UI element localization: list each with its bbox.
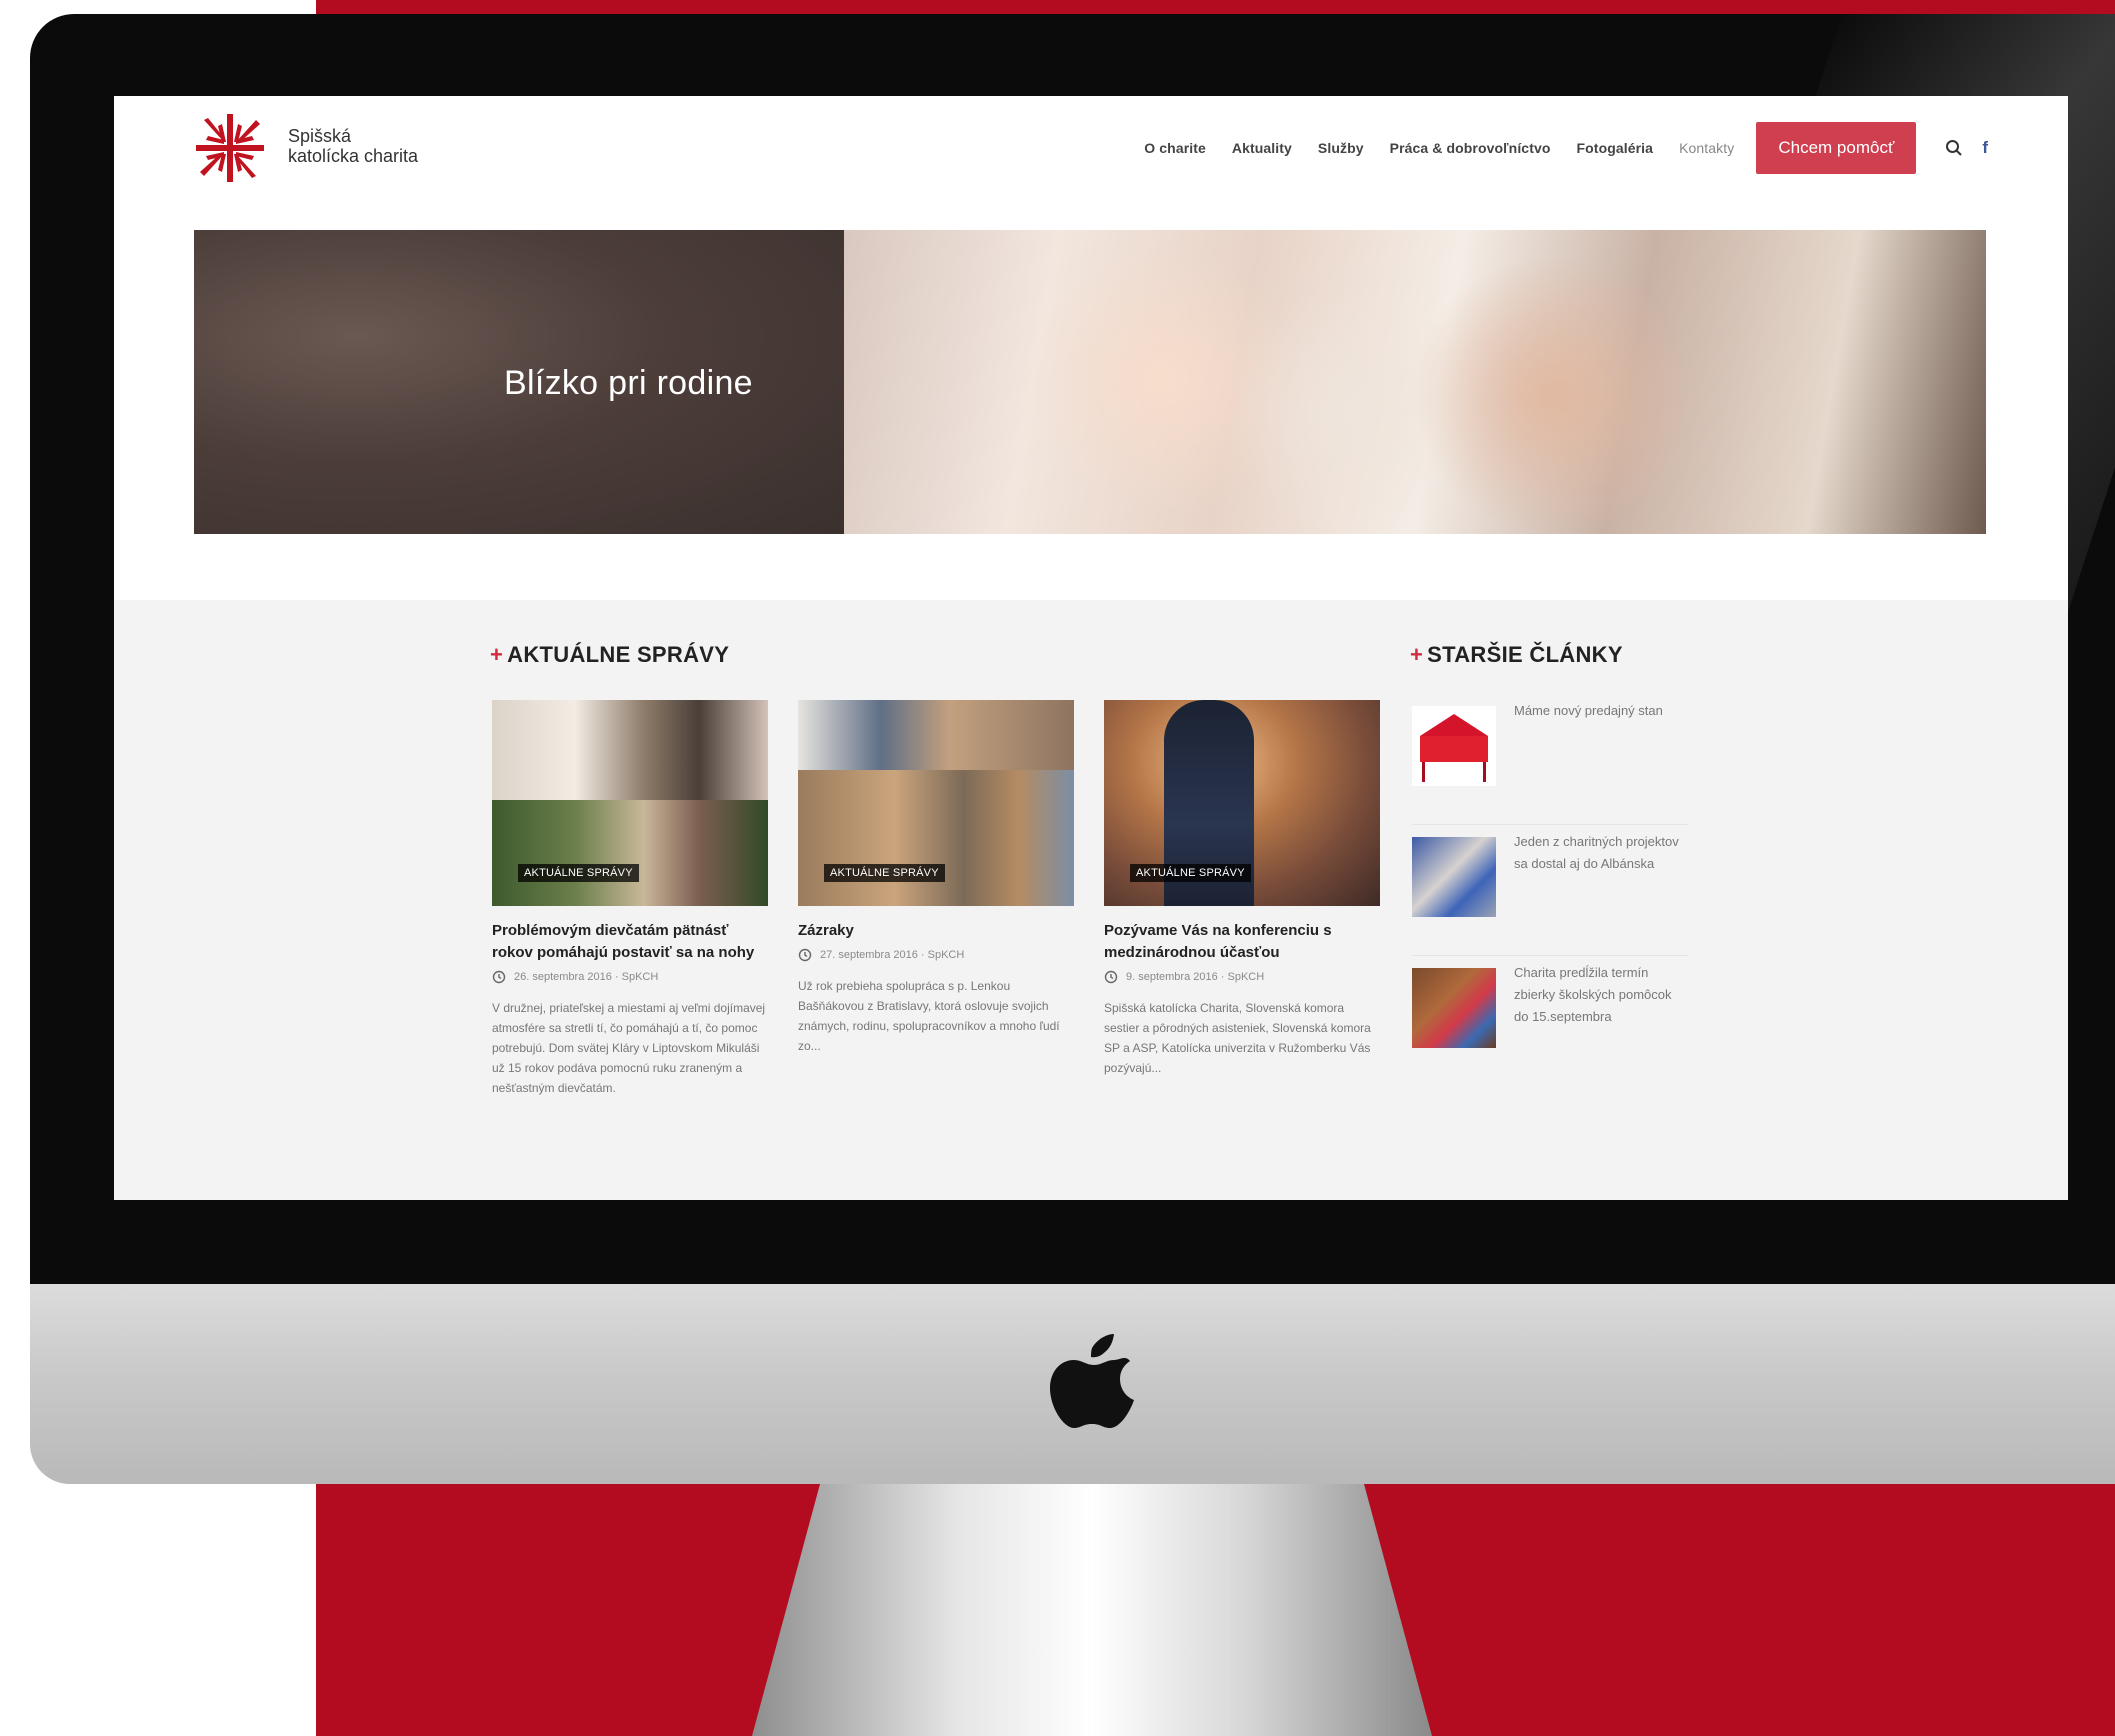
clock-icon [492, 970, 506, 984]
logo-line-1: Spišská [288, 126, 352, 146]
apple-logo-icon [1050, 1334, 1134, 1428]
news-card-image[interactable]: AKTUÁLNE SPRÁVY [492, 700, 768, 906]
older-article-title[interactable]: Charita predĺžila termín zbierky školský… [1514, 962, 1684, 1028]
hero-banner[interactable]: Blízko pri rodine [194, 230, 1986, 534]
hero-title: Blízko pri rodine [504, 364, 753, 402]
news-card-excerpt: Spišská katolícka Charita, Slovenská kom… [1104, 1001, 1371, 1075]
main-nav: O charite Aktuality Služby Práca & dobro… [1118, 122, 1988, 174]
news-section-label: AKTUÁLNE SPRÁVY [507, 642, 730, 667]
logo-text[interactable]: Spišská katolícka charita [288, 126, 418, 166]
news-section-title: + AKTUÁLNE SPRÁVY [490, 642, 729, 668]
photo-highlight [1404, 260, 1704, 530]
nav-fotogaleria[interactable]: Fotogaléria [1577, 140, 1654, 156]
older-section-title: + STARŠIE ČLÁNKY [1410, 642, 1623, 668]
clock-icon [1104, 970, 1118, 984]
news-card-date: 9. septembra 2016 · SpKCH [1126, 971, 1265, 983]
older-article-title[interactable]: Jeden z charitných projektov sa dostal a… [1514, 831, 1684, 875]
logo-line-2: katolícka charita [288, 146, 419, 166]
older-article-item[interactable]: Máme nový predajný stan [1412, 700, 1688, 825]
help-cta-button[interactable]: Chcem pomôcť [1756, 122, 1917, 174]
news-card-excerpt: V družnej, priateľskej a miestami aj veľ… [492, 1001, 766, 1095]
older-article-thumb[interactable] [1412, 968, 1496, 1048]
plus-icon: + [490, 642, 504, 667]
news-card-badge: AKTUÁLNE SPRÁVY [518, 864, 639, 882]
nav-o-charite[interactable]: O charite [1144, 140, 1206, 156]
caritas-cross-logo[interactable] [194, 112, 266, 184]
news-card-image[interactable]: AKTUÁLNE SPRÁVY [798, 700, 1074, 906]
older-article-item[interactable]: Charita predĺžila termín zbierky školský… [1412, 962, 1688, 1086]
hero-family-photo [844, 230, 1986, 534]
photo-collage-top [798, 700, 1074, 770]
facebook-icon[interactable]: f [1982, 138, 1988, 158]
site-header: Spišská katolícka charita O charite Aktu… [114, 96, 2068, 201]
nav-sluzby[interactable]: Služby [1318, 140, 1364, 156]
older-article-thumb[interactable] [1412, 837, 1496, 917]
nav-aktuality[interactable]: Aktuality [1232, 140, 1292, 156]
news-card[interactable]: AKTUÁLNE SPRÁVY Problémovým dievčatám pä… [492, 700, 768, 1098]
older-article-thumb[interactable] [1412, 706, 1496, 786]
older-article-item[interactable]: Jeden z charitných projektov sa dostal a… [1412, 831, 1688, 956]
news-card-image[interactable]: AKTUÁLNE SPRÁVY [1104, 700, 1380, 906]
older-articles-list: Máme nový predajný stan Jeden z charitný… [1412, 700, 1688, 1092]
news-card-badge: AKTUÁLNE SPRÁVY [1130, 864, 1251, 882]
news-card-title[interactable]: Pozývame Vás na konferenciu s medzinárod… [1104, 920, 1380, 964]
news-card-title[interactable]: Zázraky [798, 920, 1074, 942]
plus-icon: + [1410, 642, 1424, 667]
news-card[interactable]: AKTUÁLNE SPRÁVY Zázraky 27. septembra 20… [798, 700, 1074, 1056]
nav-praca[interactable]: Práca & dobrovoľníctvo [1390, 140, 1551, 156]
news-card-meta: 26. septembra 2016 · SpKCH [492, 970, 768, 984]
search-icon[interactable] [1944, 138, 1964, 158]
monitor-stand [752, 1484, 1432, 1736]
photo-collage-top [492, 700, 768, 800]
content-area: + AKTUÁLNE SPRÁVY AKTUÁLNE SPRÁVY Problém… [114, 600, 2068, 1200]
news-card-title[interactable]: Problémovým dievčatám pätnásť rokov pomá… [492, 920, 768, 964]
nav-kontakty[interactable]: Kontakty [1679, 140, 1734, 156]
news-card-meta: 27. septembra 2016 · SpKCH [798, 948, 1074, 962]
clock-icon [798, 948, 812, 962]
news-card-date: 27. septembra 2016 · SpKCH [820, 949, 965, 961]
website-screen: Spišská katolícka charita O charite Aktu… [114, 96, 2068, 1200]
news-card-date: 26. septembra 2016 · SpKCH [514, 971, 659, 983]
tent-image [1420, 714, 1488, 782]
hero-section: Blízko pri rodine [114, 200, 2068, 600]
older-article-title[interactable]: Máme nový predajný stan [1514, 700, 1684, 722]
news-card-excerpt: Už rok prebieha spolupráca s p. Lenkou B… [798, 979, 1060, 1053]
news-card[interactable]: AKTUÁLNE SPRÁVY Pozývame Vás na konferen… [1104, 700, 1380, 1078]
older-section-label: STARŠIE ČLÁNKY [1427, 642, 1623, 667]
news-card-meta: 9. septembra 2016 · SpKCH [1104, 970, 1380, 984]
news-card-badge: AKTUÁLNE SPRÁVY [824, 864, 945, 882]
